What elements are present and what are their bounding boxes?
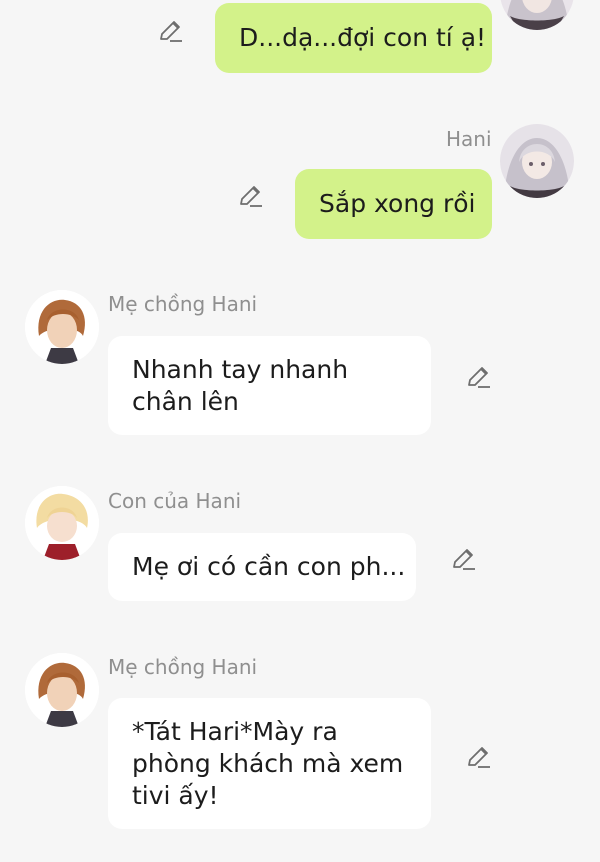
mother-in-law-avatar[interactable] [25, 290, 99, 364]
message-text: D...dạ...đợi con tí ạ! [239, 23, 487, 52]
child-avatar[interactable] [25, 486, 99, 560]
mother-in-law-avatar[interactable] [25, 653, 99, 727]
message-text: Nhanh tay nhanh chân lên [132, 354, 349, 416]
edit-icon[interactable] [465, 364, 491, 390]
message-text: Sắp xong rồi [319, 189, 476, 218]
message-bubble[interactable]: D...dạ...đợi con tí ạ! [215, 3, 492, 73]
message-text: *Tát Hari*Mày ra phòng khách mà xem tivi… [132, 716, 404, 810]
sender-name: Hani [446, 127, 492, 151]
message-bubble[interactable]: *Tát Hari*Mày ra phòng khách mà xem tivi… [108, 698, 431, 829]
sender-name: Mẹ chồng Hani [108, 292, 258, 316]
edit-icon[interactable] [157, 18, 183, 44]
sender-name: Mẹ chồng Hani [108, 655, 258, 679]
edit-icon[interactable] [450, 546, 476, 572]
hani-avatar[interactable] [500, 124, 574, 198]
edit-icon[interactable] [237, 183, 263, 209]
message-bubble[interactable]: Sắp xong rồi [295, 169, 492, 239]
message-text: Mẹ ơi có cần con ph... [132, 552, 406, 581]
sender-name: Con của Hani [108, 489, 242, 513]
edit-icon[interactable] [465, 744, 491, 770]
message-bubble[interactable]: Nhanh tay nhanh chân lên [108, 336, 431, 435]
message-bubble[interactable]: Mẹ ơi có cần con ph... [108, 533, 416, 601]
hani-avatar[interactable] [500, 0, 574, 30]
